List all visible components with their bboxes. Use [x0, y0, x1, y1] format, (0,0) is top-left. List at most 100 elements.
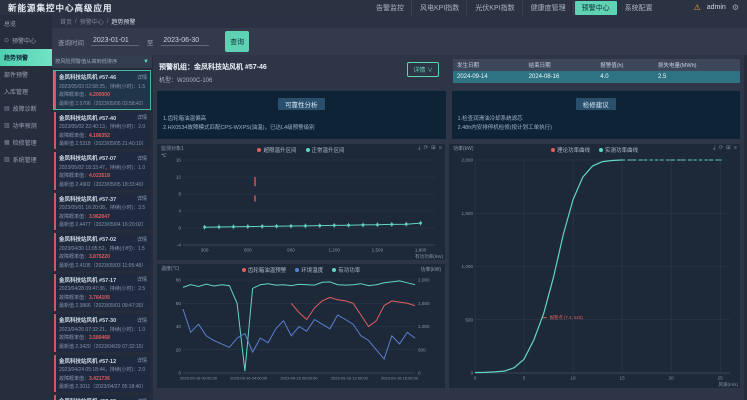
- alarm-card-badge[interactable]: 详情: [137, 155, 147, 162]
- alarm-card[interactable]: 金凤科技站风机 #57-07详情2023/05/02 18:33:47，持续(小…: [54, 152, 150, 190]
- info-row: 可靠性分析1.齿轮箱油温偏高2.HX0534故障模式匹配CPS-WXPS(油温)…: [157, 91, 740, 139]
- alarm-card-title: 金凤科技站风机 #57-12: [59, 357, 116, 365]
- alarm-card[interactable]: 金凤科技站风机 #57-40详情2023/05/02 22:40:13，持续(小…: [54, 112, 150, 150]
- gear-icon[interactable]: ⚙: [732, 3, 739, 12]
- sidebar-item-label: 入库管理: [4, 87, 28, 96]
- alarm-card-badge[interactable]: 详情: [137, 357, 147, 364]
- toolbox-icon[interactable]: ≡: [734, 145, 737, 152]
- nav-tab-风电KPI指数[interactable]: 风电KPI指数: [413, 1, 467, 15]
- breadcrumb-item[interactable]: 趋势预警: [111, 17, 135, 26]
- alarm-card-prob: 故障概率值：4.200000: [59, 91, 147, 98]
- nav-tab-告警监控[interactable]: 告警监控: [369, 1, 412, 15]
- alarm-card-badge[interactable]: 详情: [137, 317, 147, 324]
- alarm-card-latest: 最新值 2.4105（2023/05/03 11:05:48）: [59, 262, 147, 269]
- alarm-card-badge[interactable]: 详情: [137, 276, 147, 283]
- sidebar-item-预警中心[interactable]: ⊙预警中心: [0, 32, 52, 49]
- info-box-line: 1.检查润滑油冷却系统滤芯: [458, 115, 735, 124]
- alarm-card-row1: 金凤科技站风机 #57-30详情: [59, 316, 147, 324]
- alarm-card-latest: 最新值 2.4477（2023/05/04 16:20:02）: [59, 221, 147, 228]
- alarm-card-time: 2023/05/01 16:20:08，持续(小时)：3.5: [59, 204, 147, 211]
- toolbox-icon[interactable]: ⊞: [726, 145, 731, 152]
- alarm-card-time: 2023/05/02 18:33:47，持续(小时)：1.0: [59, 164, 147, 171]
- user-name[interactable]: admin: [707, 4, 726, 11]
- sort-select[interactable]: 按风险预警值从高到低排序 ▼: [52, 55, 152, 68]
- chart-toolbox: ⤓ ⟳⊞≡: [713, 145, 737, 152]
- legend-item-有功功率[interactable]: 有功功率: [332, 266, 360, 274]
- alarm-card-prob-value: 3.875220: [89, 254, 110, 260]
- svg-text:500: 500: [465, 317, 473, 322]
- svg-text:1,000: 1,000: [462, 264, 474, 269]
- alarm-table-row[interactable]: 2024-09-142024-08-164.02.5: [453, 71, 740, 83]
- charts-grid: 监测对象1℃超限温升区间正常温升区间⤓⟳⊞≡1612840-4300600900…: [157, 144, 740, 388]
- sidebar-item-趋势预警[interactable]: 趋势预警: [0, 49, 52, 66]
- alarm-table-cell: 2024-08-16: [525, 71, 597, 83]
- alarm-card-prob-value: 3.580468: [89, 335, 110, 341]
- alarm-card-title: 金凤科技站风机 #57-17: [59, 276, 116, 284]
- info-box-line: 2.HX0534故障模式匹配CPS-WXPS(油温)，已达L4级预警级别: [163, 124, 440, 133]
- alarm-card-badge[interactable]: 详情: [137, 195, 147, 202]
- nav-tab-光伏KPI指数[interactable]: 光伏KPI指数: [468, 1, 522, 15]
- sidebar-item-故障诊断[interactable]: ▤故障诊断: [0, 100, 52, 117]
- warning-triangle-icon[interactable]: ⚠: [694, 3, 701, 12]
- nav-tab-系统配置[interactable]: 系统配置: [618, 1, 660, 15]
- legend-dot-icon: [242, 268, 246, 272]
- query-button[interactable]: 查询: [225, 31, 249, 52]
- alarm-table-grid: 发生日期结束日期报警值(h)损失电量(MWh) 2024-09-142024-0…: [453, 59, 740, 83]
- sidebar-item-功率预测[interactable]: ▥功率预测: [0, 117, 52, 134]
- alarm-card-prob-value: 4.200000: [89, 92, 110, 98]
- alarm-card-row1: 金凤科技站风机 #57-12 详情: [59, 357, 147, 365]
- toolbox-icon[interactable]: ⟳: [719, 145, 724, 152]
- nav-tab-健康度管理[interactable]: 健康度管理: [524, 1, 574, 15]
- sidebar-item-label: 系统管理: [13, 155, 37, 164]
- alarm-card[interactable]: 金凤科技站风机 #57-17详情2023/04/28 09:47:36，持续(小…: [54, 274, 150, 312]
- alarm-card-badge[interactable]: 详情: [137, 114, 147, 121]
- chart-plot: 8060402002,0001,5001,00050002023-09-16 0…: [157, 264, 445, 388]
- alarm-card[interactable]: 金凤科技站风机 #57-46详情2023/05/03 02:58:25，持续(小…: [54, 71, 150, 109]
- legend-item-超限温升区间[interactable]: 超限温升区间: [257, 146, 296, 154]
- legend-label: 正常温升区间: [312, 146, 345, 154]
- sidebar-item-检修管理[interactable]: ▦检修管理: [0, 134, 52, 151]
- chart-timeseries-panel: 温度(℃)功率(kW)齿轮箱油温预警环境温度有功功率8060402002,000…: [157, 264, 445, 388]
- sidebar-item-入库管理[interactable]: 入库管理: [0, 83, 52, 100]
- toolbox-icon[interactable]: ⊞: [431, 145, 436, 152]
- alarm-card-badge[interactable]: 详情: [137, 74, 147, 81]
- alarm-card-time: 2023/04/30 11:05:52，持续(小时)：1.5: [59, 245, 147, 252]
- toolbox-icon[interactable]: ⤓: [418, 145, 420, 152]
- alarm-card-row1: 金凤科技站风机 #57-46详情: [59, 73, 147, 81]
- nav-tab-预警中心[interactable]: 预警中心: [575, 1, 617, 15]
- sidebar-item-总览[interactable]: 总览: [0, 15, 52, 32]
- svg-text:0: 0: [474, 375, 477, 380]
- alarm-card[interactable]: 金凤科技站风机 #57-37详情2023/05/01 16:20:08，持续(小…: [54, 193, 150, 231]
- alarm-table-column-header: 报警值(h): [596, 59, 654, 71]
- svg-text:1,800: 1,800: [415, 247, 427, 252]
- svg-text:20: 20: [176, 347, 182, 352]
- legend-dot-icon: [332, 268, 336, 272]
- toolbox-icon[interactable]: ≡: [439, 145, 442, 152]
- end-date-field[interactable]: 2023-06-30: [161, 37, 209, 46]
- start-date-field[interactable]: 2023-01-01: [91, 37, 139, 46]
- funnel-icon[interactable]: ▼: [143, 59, 149, 65]
- sidebar-item-系统管理[interactable]: ▧系统管理: [0, 151, 52, 168]
- alarm-card[interactable]: 金凤科技站风机 #57-12详情2023/04/24 05:18:44，持续(小…: [54, 355, 150, 393]
- breadcrumb-item[interactable]: 首页: [60, 17, 72, 26]
- sidebar-item-部件预警[interactable]: 部件预警: [0, 66, 52, 83]
- alarm-card-badge[interactable]: 详情: [137, 236, 147, 243]
- device-info: 预警机组：金凤科技站风机 #57-46 机型：W2000C-106 详情 ∨: [157, 59, 445, 87]
- alarm-card[interactable]: 金凤科技站风机 #57-05详情2023/04/22 03:02:19，持续(小…: [54, 395, 150, 400]
- alarm-table-cell: 2.5: [654, 71, 740, 83]
- alarm-card[interactable]: 金凤科技站风机 #57-02详情2023/04/30 11:05:52，持续(小…: [54, 233, 150, 271]
- alarm-card[interactable]: 金凤科技站风机 #57-30详情2023/04/26 07:32:21，持续(小…: [54, 314, 150, 352]
- detail-button[interactable]: 详情 ∨: [407, 62, 439, 77]
- legend-item-环境温度[interactable]: 环境温度: [295, 266, 323, 274]
- svg-text:2023-09-16 16:00:00: 2023-09-16 16:00:00: [381, 375, 419, 380]
- sort-label: 按风险预警值从高到低排序: [55, 58, 117, 65]
- svg-text:40: 40: [176, 324, 182, 329]
- legend-item-正常温升区间[interactable]: 正常温升区间: [306, 146, 345, 154]
- alarm-card-prob-value: 3.421736: [89, 376, 110, 382]
- legend-item-实测功率曲线[interactable]: 实测功率曲线: [599, 146, 638, 154]
- toolbox-icon[interactable]: ⤓: [713, 145, 715, 152]
- legend-item-理论功率曲线[interactable]: 理论功率曲线: [551, 146, 590, 154]
- toolbox-icon[interactable]: ⟳: [424, 145, 429, 152]
- breadcrumb-item[interactable]: 预警中心: [80, 17, 104, 26]
- legend-item-齿轮箱油温预警[interactable]: 齿轮箱油温预警: [242, 266, 287, 274]
